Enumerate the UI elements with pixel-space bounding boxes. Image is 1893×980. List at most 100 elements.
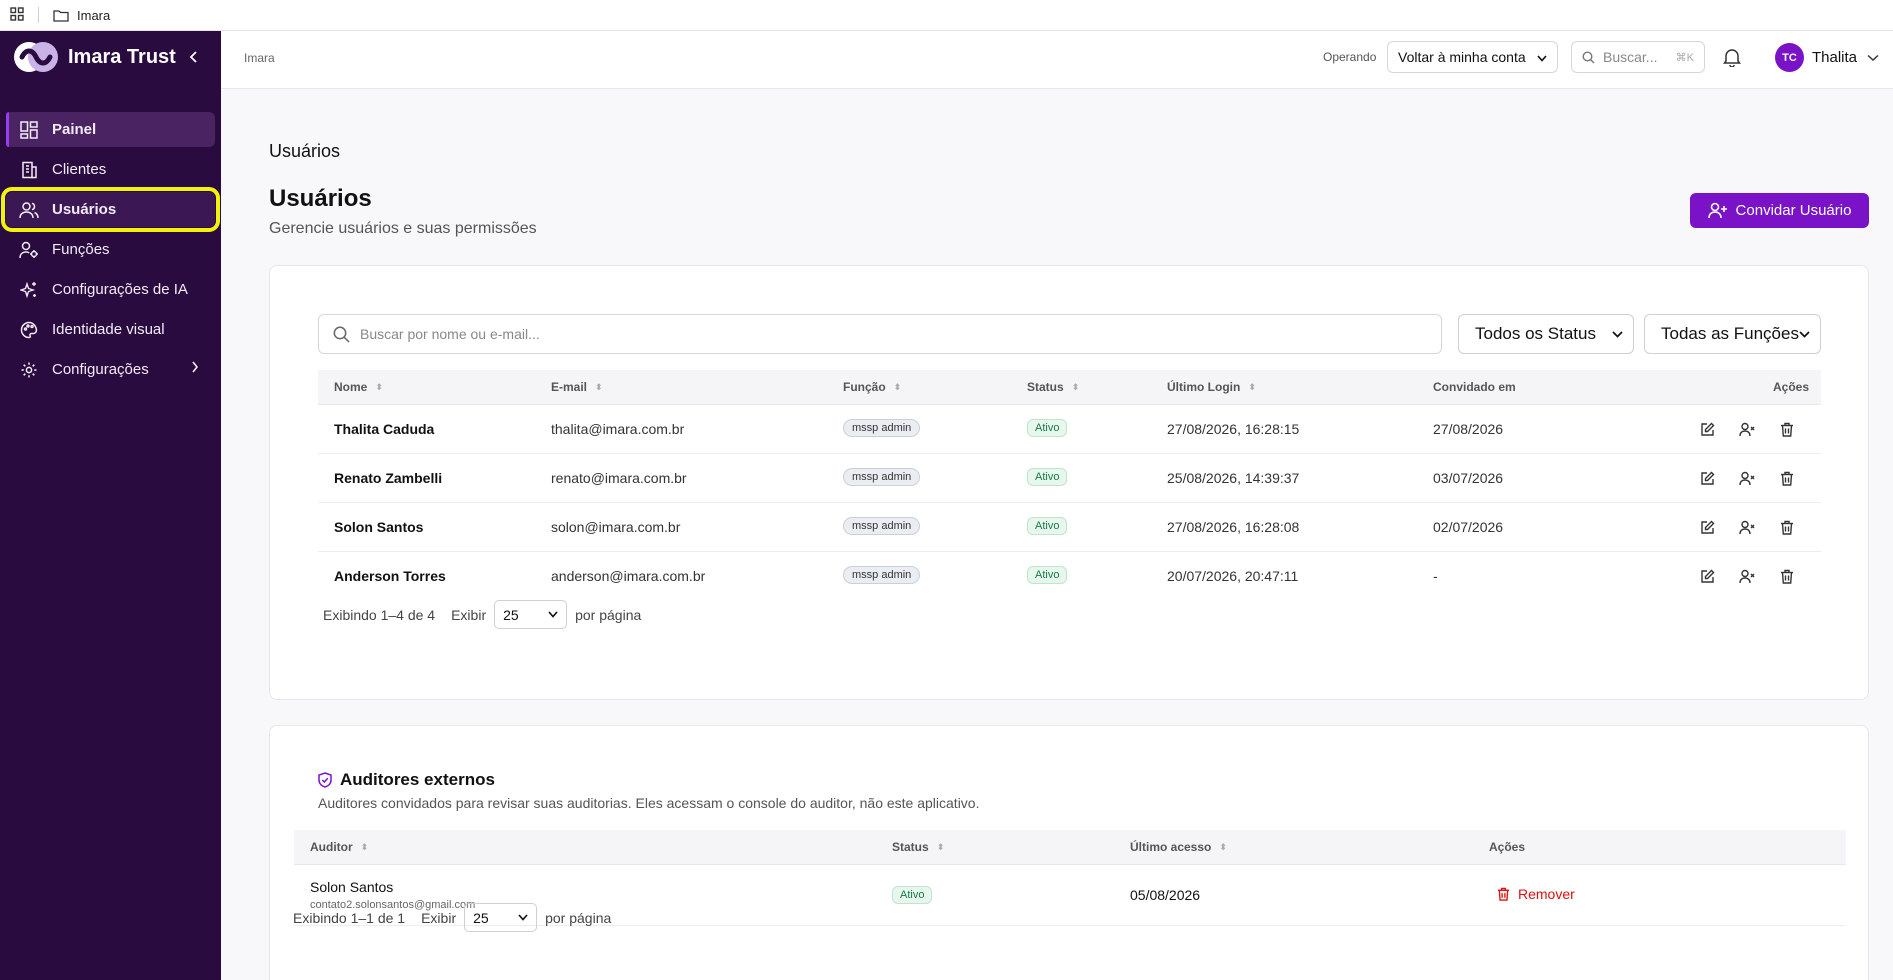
main-content: Usuários Usuários Gerencie usuários e su… [221,89,1893,980]
user-remove-icon[interactable] [1737,517,1757,537]
role-badge: mssp admin [843,566,921,584]
edit-icon[interactable] [1697,419,1717,439]
table-row: Thalita Caduda thalita@imara.com.br mssp… [318,405,1821,454]
column-actions: Ações [1489,840,1526,854]
table-row: Solon Santos solon@imara.com.br mssp adm… [318,503,1821,552]
column-name[interactable]: Nome ⬍ [334,380,383,394]
column-role[interactable]: Função ⬍ [843,380,901,394]
page-size-select[interactable]: 25 [464,903,538,932]
sparkles-icon [18,279,40,301]
table-row: Renato Zambelli renato@imara.com.br mssp… [318,454,1821,503]
table-header: Nome ⬍ E-mail ⬍ Função ⬍ Status ⬍ Último Log… [318,370,1821,405]
sidebar-item-configuracoes-ia[interactable]: Configurações de IA [6,272,215,307]
chevron-down-icon [548,611,558,618]
user-remove-icon[interactable] [1737,419,1757,439]
column-last-login[interactable]: Último Login ⬍ [1167,380,1256,394]
folder-name[interactable]: Imara [77,8,110,23]
edit-icon[interactable] [1697,566,1717,586]
breadcrumb[interactable]: Imara [244,51,275,65]
edit-icon[interactable] [1697,468,1717,488]
chevron-down-icon [1537,49,1547,65]
status-badge: Ativo [1027,517,1068,535]
user-email-cell: thalita@imara.com.br [551,421,685,437]
folder-icon [53,9,69,22]
sort-icon: ⬍ [360,841,369,852]
invited-cell: 27/08/2026 [1433,421,1504,437]
sort-icon: ⬍ [936,841,945,852]
sort-icon: ⬍ [1248,381,1256,392]
sidebar-item-label: Usuários [52,201,117,218]
users-table: Nome ⬍ E-mail ⬍ Função ⬍ Status ⬍ Último Log… [318,370,1821,601]
shield-check-icon [318,772,332,788]
trash-icon[interactable] [1777,566,1797,586]
user-name[interactable]: Thalita [1812,49,1857,66]
last-access-cell: 05/08/2026 [1130,887,1201,903]
page-title: Usuários [269,185,372,212]
sidebar-item-painel[interactable]: Painel [6,112,215,147]
pagination-summary: Exibindo 1–1 de 1 [293,909,406,926]
role-filter-value: Todas as Funções [1661,324,1799,343]
global-search[interactable]: Buscar... ⌘K [1571,41,1705,73]
auditors-subtitle: Auditores convidados para revisar suas a… [318,795,980,811]
user-name-cell: Thalita Caduda [334,421,435,437]
status-badge: Ativo [1027,419,1068,437]
last-login-cell: 27/08/2026, 16:28:15 [1167,421,1300,437]
bell-icon[interactable] [1723,47,1741,72]
column-actions: Ações [1773,380,1810,394]
table-row: Anderson Torres anderson@imara.com.br ms… [318,552,1821,601]
user-search-input[interactable]: Buscar por nome ou e-mail... [318,314,1442,354]
last-login-cell: 27/08/2026, 16:28:08 [1167,519,1300,535]
table-header: Auditor ⬍ Status ⬍ Último acesso ⬍ Ações [294,830,1846,865]
sidebar-item-identidade-visual[interactable]: Identidade visual [6,312,215,347]
sidebar-item-configuracoes[interactable]: Configurações [6,352,215,387]
sidebar-item-funcoes[interactable]: Funções [6,232,215,267]
role-filter-select[interactable]: Todas as Funções [1644,314,1821,354]
chevron-down-icon[interactable] [1867,49,1879,67]
trash-icon[interactable] [1777,419,1797,439]
remove-auditor-button[interactable]: Remover [1497,886,1575,902]
trash-icon[interactable] [1777,517,1797,537]
sort-icon: ⬍ [1071,381,1080,392]
search-icon [1582,50,1595,64]
user-search-placeholder: Buscar por nome ou e-mail... [360,326,540,342]
user-name-cell: Solon Santos [334,519,424,535]
auditor-name-cell: Solon Santos [310,879,394,895]
sort-icon: ⬍ [375,381,383,392]
sidebar-item-label: Configurações de IA [52,281,188,298]
status-filter-value: Todos os Status [1475,324,1596,343]
column-invited: Convidado em [1433,380,1516,394]
operando-select[interactable]: Voltar à minha conta [1387,41,1558,73]
brand-name: Imara Trust [68,45,176,68]
edit-icon[interactable] [1697,517,1717,537]
user-remove-icon[interactable] [1737,468,1757,488]
collapse-sidebar-icon[interactable] [181,44,207,70]
user-remove-icon[interactable] [1737,566,1757,586]
last-login-cell: 25/08/2026, 14:39:37 [1167,470,1300,486]
sort-icon: ⬍ [595,381,603,392]
column-email[interactable]: E-mail ⬍ [551,380,603,394]
page-size-select[interactable]: 25 [494,600,568,629]
column-auditor[interactable]: Auditor ⬍ [310,840,368,854]
top-strip: Imara [0,0,1893,31]
column-status[interactable]: Status ⬍ [1027,380,1079,394]
invite-user-button[interactable]: Convidar Usuário [1690,193,1869,228]
column-last-access[interactable]: Último acesso ⬍ [1130,840,1227,854]
invited-cell: 02/07/2026 [1433,519,1504,535]
sidebar-item-clientes[interactable]: Clientes [6,152,215,187]
apps-grid-icon[interactable] [10,6,24,24]
chevron-down-icon [1799,330,1810,338]
sidebar-item-usuarios[interactable]: Usuários [1,187,220,232]
sidebar-item-label: Configurações [52,361,149,378]
search-shortcut: ⌘K [1675,51,1694,64]
avatar[interactable]: TC [1775,43,1804,72]
operando-value: Voltar à minha conta [1398,49,1526,65]
trash-icon[interactable] [1777,468,1797,488]
trash-icon [1497,887,1510,901]
invited-cell: - [1433,568,1438,584]
users-icon [18,199,40,221]
invite-user-label: Convidar Usuário [1735,202,1852,219]
column-status[interactable]: Status ⬍ [892,840,944,854]
sidebar-nav: Painel Clientes Usuários Funções Configu… [0,112,221,387]
status-filter-select[interactable]: Todos os Status [1458,314,1634,354]
last-login-cell: 20/07/2026, 20:47:11 [1167,568,1299,584]
